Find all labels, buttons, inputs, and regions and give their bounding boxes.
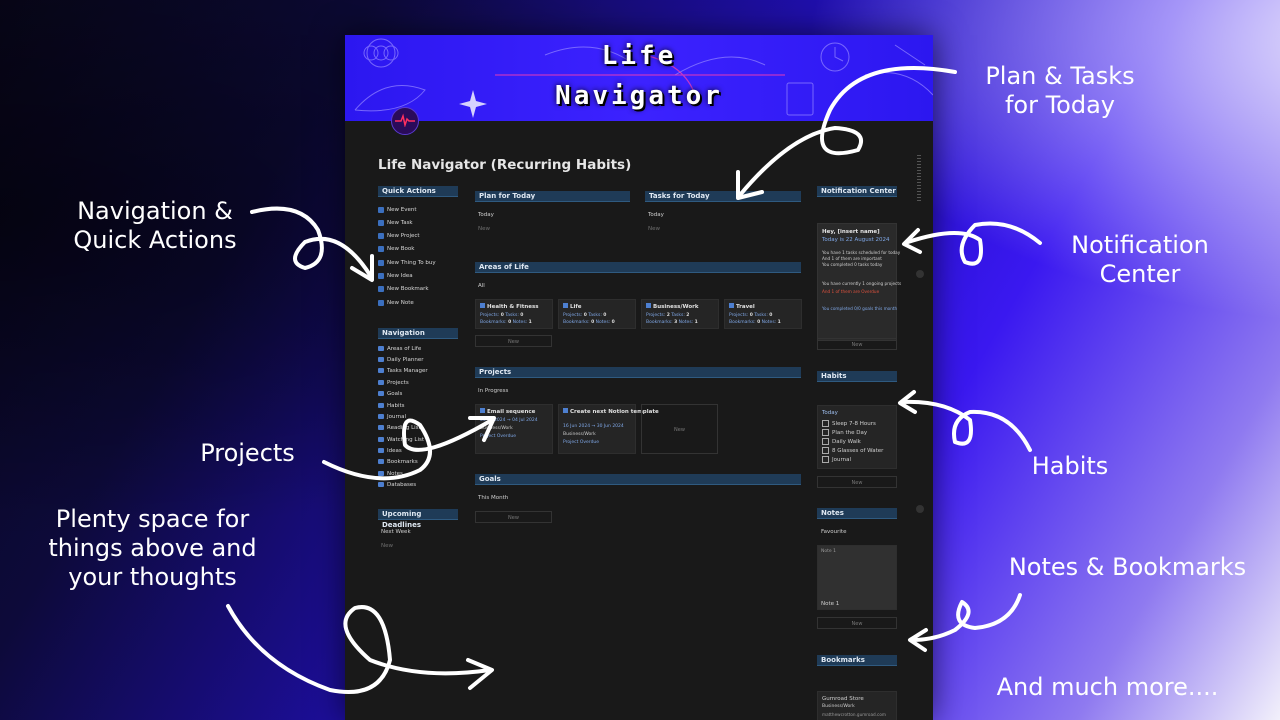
annotation-notes-bookmarks: Notes & Bookmarks: [1008, 553, 1247, 581]
annotation-projects: Projects: [200, 439, 295, 467]
annotation-plan-tasks: Plan & Tasks for Today: [985, 62, 1135, 119]
annotation-notification: Notification Center: [1071, 231, 1209, 288]
annotation-space: Plenty space for things above and your tho…: [48, 505, 257, 591]
annotation-more: And much more....: [996, 673, 1219, 701]
annotation-navigation: Navigation & Quick Actions: [73, 197, 237, 254]
annotation-habits: Habits: [1031, 452, 1109, 480]
